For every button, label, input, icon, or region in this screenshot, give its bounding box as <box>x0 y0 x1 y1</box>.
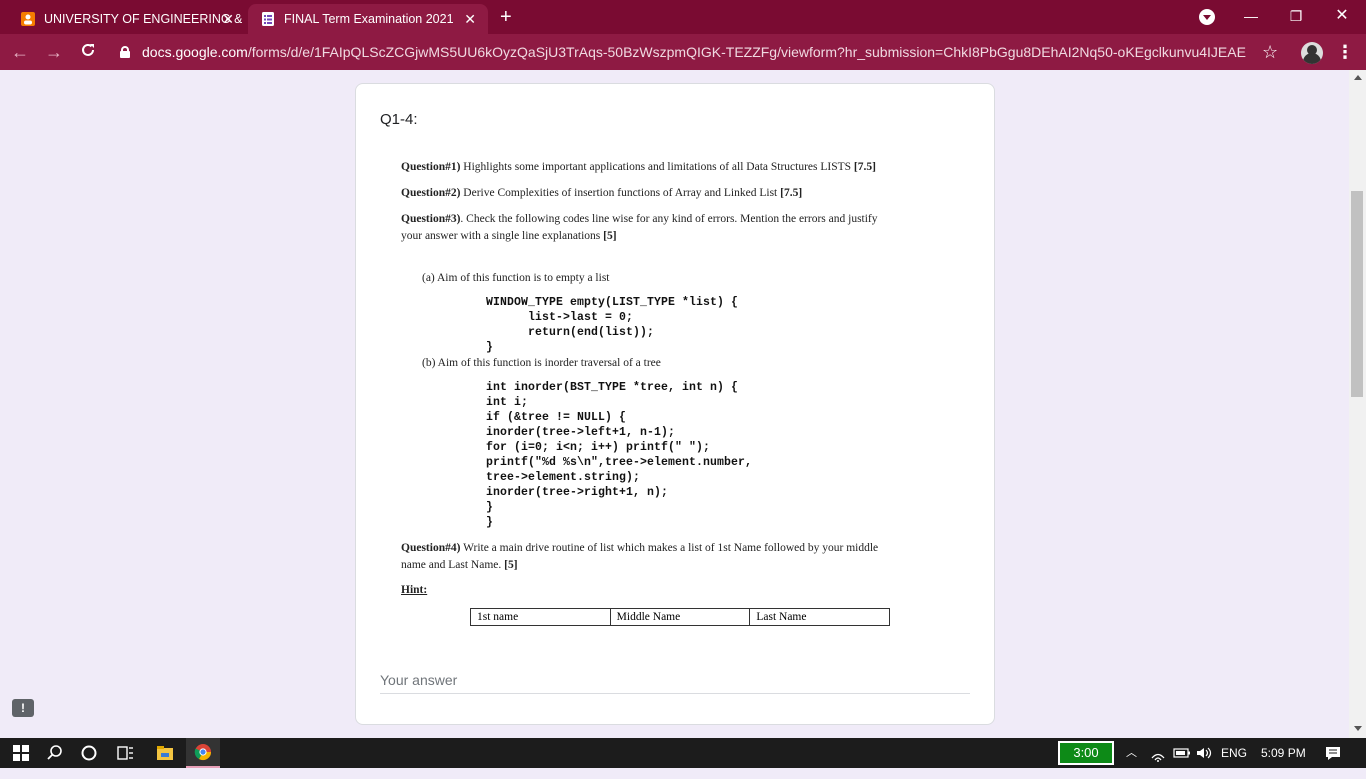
address-bar[interactable]: docs.google.com/forms/d/e/1FAIpQLScZCGjw… <box>108 38 1298 66</box>
windows-start-icon[interactable] <box>4 738 38 768</box>
question-title: Q1-4: <box>380 111 418 128</box>
volume-icon[interactable] <box>1195 738 1215 768</box>
question-2-text: Derive Complexities of insertion functio… <box>460 187 781 199</box>
cortana-icon[interactable] <box>72 738 106 768</box>
file-explorer-icon[interactable] <box>148 738 182 768</box>
profile-avatar[interactable] <box>1301 42 1323 64</box>
question-1-text: Highlights some important applications a… <box>460 161 854 173</box>
report-feedback-icon[interactable]: ! <box>12 699 34 717</box>
scrollbar-thumb[interactable] <box>1351 191 1363 397</box>
question-1-marks: [7.5] <box>853 161 876 173</box>
part-b-label: (b) Aim of this function is inorder trav… <box>422 357 661 369</box>
tab-final-exam[interactable]: FINAL Term Examination 2021 ✕ <box>248 4 488 34</box>
language-indicator[interactable]: ENG <box>1221 738 1247 768</box>
system-clock[interactable]: 5:09 PM <box>1261 738 1306 768</box>
question-3-text-line2: your answer with a single line explanati… <box>401 230 604 242</box>
question-1: Question#1) Highlights some important ap… <box>401 161 876 173</box>
question-card: Q1-4: Question#1) Highlights some import… <box>355 83 995 725</box>
tab-university[interactable]: UNIVERSITY OF ENGINEERING & ✕ <box>8 4 246 34</box>
timer-widget[interactable]: 3:00 <box>1058 741 1114 765</box>
orange-person-icon <box>20 11 36 27</box>
battery-icon[interactable] <box>1173 738 1191 768</box>
chevron-up-icon[interactable]: ︿ <box>1126 738 1137 768</box>
question-3: Question#3). Check the following codes l… <box>401 213 878 225</box>
window-restore-button[interactable]: ❐ <box>1281 4 1311 28</box>
search-icon[interactable] <box>38 738 72 768</box>
tab-close-icon[interactable]: ✕ <box>222 11 234 27</box>
question-4-text-line2: name and Last Name. <box>401 559 505 571</box>
url-host: docs.google.com <box>142 44 248 60</box>
scroll-up-arrow-icon[interactable] <box>1354 75 1362 80</box>
chrome-taskbar-icon[interactable] <box>186 738 220 768</box>
answer-input[interactable]: Your answer <box>380 672 970 694</box>
task-view-icon[interactable] <box>108 738 142 768</box>
window-minimize-button[interactable]: — <box>1236 4 1266 28</box>
hint-cell-first-name: 1st name <box>471 609 611 625</box>
part-a-label: (a) Aim of this function is to empty a l… <box>422 272 610 284</box>
question-2-marks: [7.5] <box>780 187 803 199</box>
browser-tab-strip: UNIVERSITY OF ENGINEERING & ✕ FINAL Term… <box>0 0 1366 34</box>
google-forms-icon <box>260 11 276 27</box>
lock-icon <box>120 46 130 58</box>
url-path: /forms/d/e/1FAIpQLScZCGjwMS5UU6kOyzQaSjU… <box>247 44 1246 60</box>
notifications-icon[interactable] <box>1325 738 1341 768</box>
windows-taskbar: 3:00 ︿ ENG 5:09 PM <box>0 738 1366 768</box>
network-icon[interactable] <box>1150 738 1166 768</box>
question-2: Question#2) Derive Complexities of inser… <box>401 187 802 199</box>
question-4-marks: [5] <box>504 559 518 571</box>
question-4-label: Question#4) <box>401 542 461 554</box>
page-scrollbar[interactable] <box>1349 70 1366 738</box>
question-4-line2: name and Last Name. [5] <box>401 559 518 571</box>
question-3-label: Question#3) <box>401 213 461 225</box>
bookmark-star-icon[interactable]: ☆ <box>1262 41 1278 63</box>
hint-label: Hint: <box>401 584 428 596</box>
page-viewport: Q1-4: Question#1) Highlights some import… <box>0 70 1366 738</box>
question-1-label: Question#1) <box>401 161 461 173</box>
question-4: Question#4) Write a main drive routine o… <box>401 542 878 554</box>
chrome-menu-icon[interactable]: ⋮ <box>1336 41 1354 63</box>
window-close-button[interactable]: ✕ <box>1327 4 1357 28</box>
reload-icon[interactable] <box>76 40 100 64</box>
tab-label: UNIVERSITY OF ENGINEERING & <box>44 12 243 26</box>
question-4-text-line1: Write a main drive routine of list which… <box>460 542 879 554</box>
question-2-label: Question#2) <box>401 187 461 199</box>
new-tab-button[interactable]: + <box>500 6 512 28</box>
question-3-text-line1: . Check the following codes line wise fo… <box>460 213 878 225</box>
url-text: docs.google.com/forms/d/e/1FAIpQLScZCGjw… <box>142 44 1252 60</box>
scroll-down-arrow-icon[interactable] <box>1354 726 1362 731</box>
tab-close-icon[interactable]: ✕ <box>464 11 476 27</box>
hint-table: 1st name Middle Name Last Name <box>470 608 890 626</box>
question-3-marks: [5] <box>603 230 617 242</box>
browser-toolbar: ← → docs.google.com/forms/d/e/1FAIpQLScZ… <box>0 34 1366 70</box>
code-block-a: WINDOW_TYPE empty(LIST_TYPE *list) { lis… <box>486 296 739 354</box>
forward-arrow-icon[interactable]: → <box>42 40 66 64</box>
back-arrow-icon[interactable]: ← <box>8 40 32 64</box>
hint-cell-last-name: Last Name <box>756 611 807 623</box>
hint-cell-middle-name: Middle Name <box>611 609 751 625</box>
code-block-b: int inorder(BST_TYPE *tree, int n) { int… <box>486 381 753 529</box>
tab-label: FINAL Term Examination 2021 <box>284 12 454 26</box>
tab-search-icon[interactable] <box>1199 9 1215 25</box>
question-3-line2: your answer with a single line explanati… <box>401 230 617 242</box>
